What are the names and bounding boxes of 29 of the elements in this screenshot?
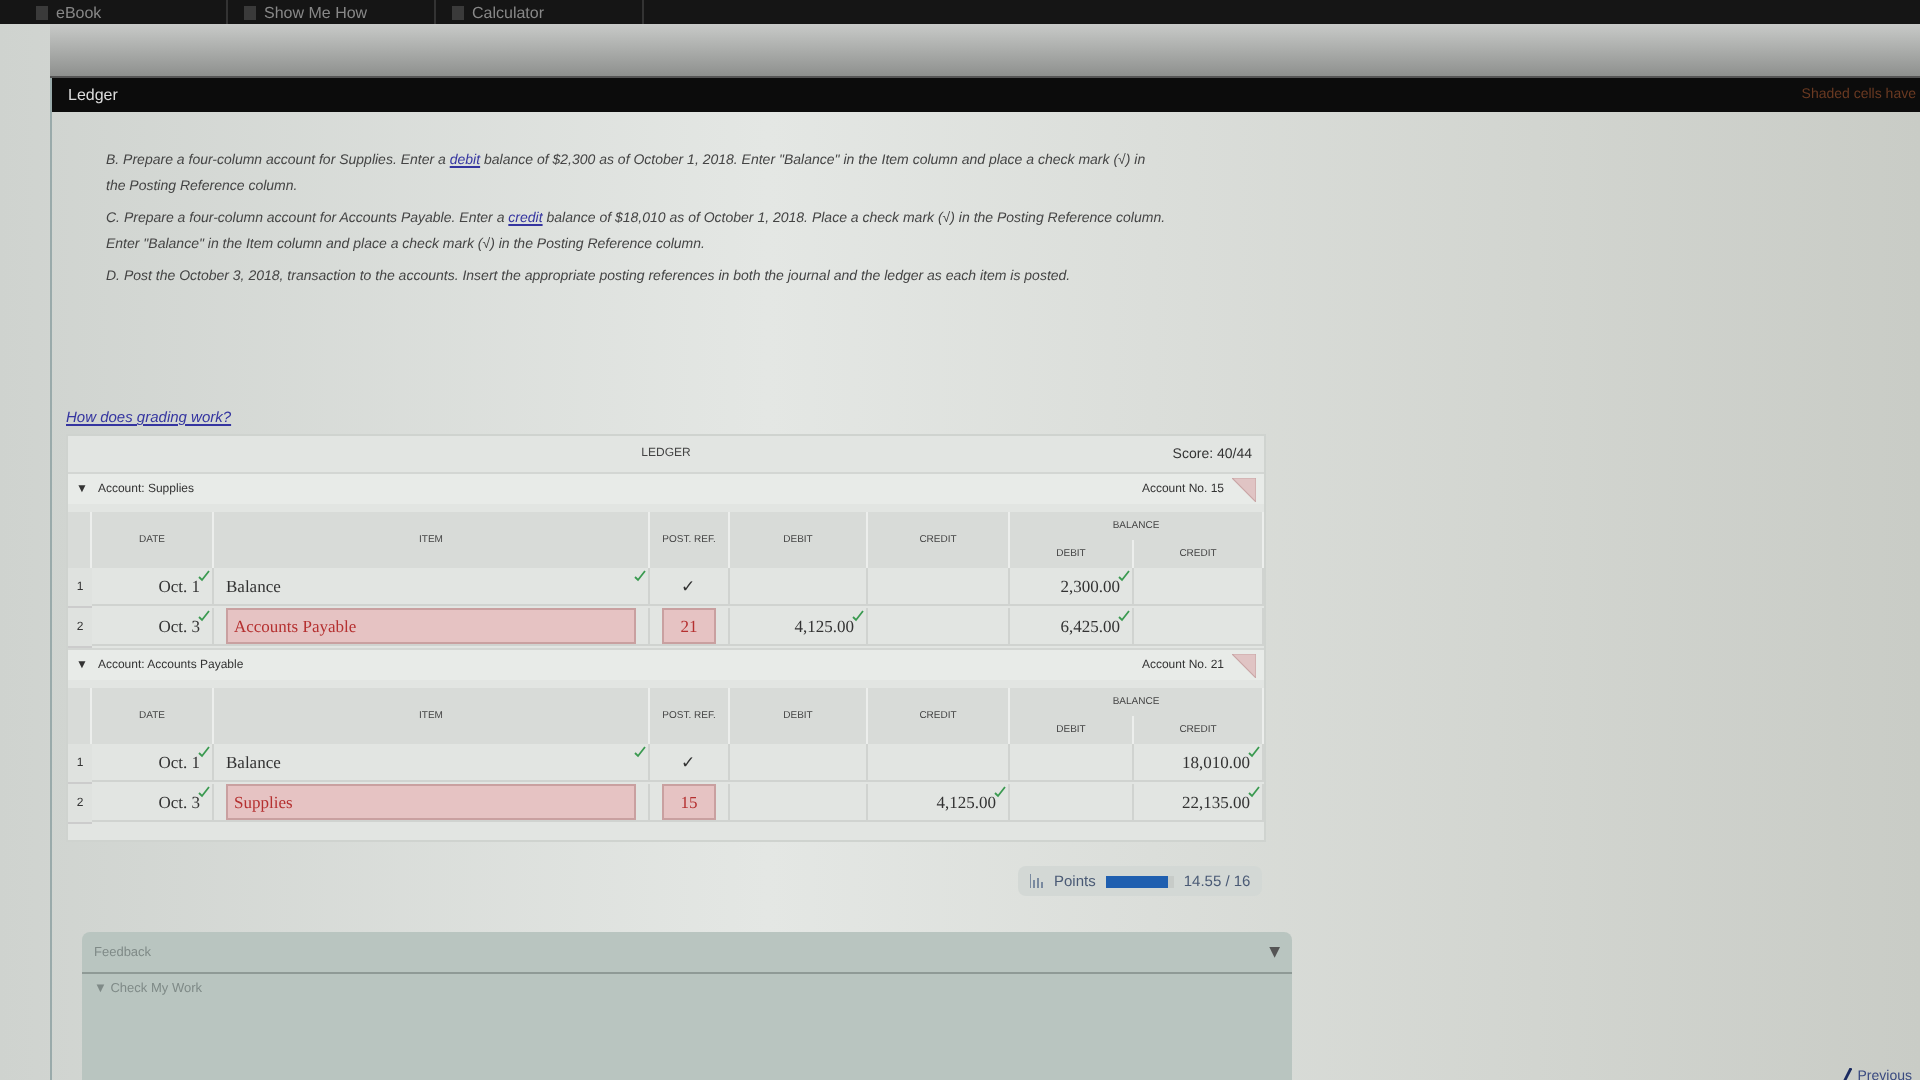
ledger-entry: 2,300.00 [1060,576,1120,596]
incorrect-entry[interactable]: 21 [662,608,716,644]
incorrect-entry[interactable]: Accounts Payable [226,608,636,644]
toolbar-tab[interactable]: eBook [56,3,102,21]
slash-icon [1841,1068,1852,1080]
ledger-entry[interactable]: ✓ [681,752,697,772]
ledger-entry: Oct. 1 [158,576,200,596]
ledger-entry[interactable]: Balance [226,752,281,772]
incorrect-entry[interactable]: 15 [662,784,716,820]
toolbar-tab[interactable]: Show Me How [264,3,368,21]
ledger-entry: 18,010.00 [1182,752,1250,772]
incorrect-entry[interactable]: Supplies [226,784,636,820]
ledger-entry: 22,135.00 [1182,792,1250,812]
tab-icon [244,5,256,19]
ledger-entry: 4,125.00 [794,616,854,636]
ledger-entry: 4,125.00 [936,792,996,812]
toolbar-tab[interactable]: Calculator [472,3,545,21]
panel-title: Ledger [68,86,118,104]
tab-icon [452,5,464,19]
ledger-entry[interactable]: ✓ [681,576,697,596]
ledger-entry: Oct. 3 [158,616,200,636]
ledger-entry: Oct. 3 [158,792,200,812]
ledger-entry: Oct. 1 [158,752,200,772]
chart-icon [1030,874,1044,888]
ledger-entry: 6,425.00 [1060,616,1120,636]
shaded-corner-icon [1232,477,1256,501]
shaded-corner-icon [1232,653,1256,677]
tab-icon [36,5,48,19]
ledger-entry[interactable]: Balance [226,576,281,596]
